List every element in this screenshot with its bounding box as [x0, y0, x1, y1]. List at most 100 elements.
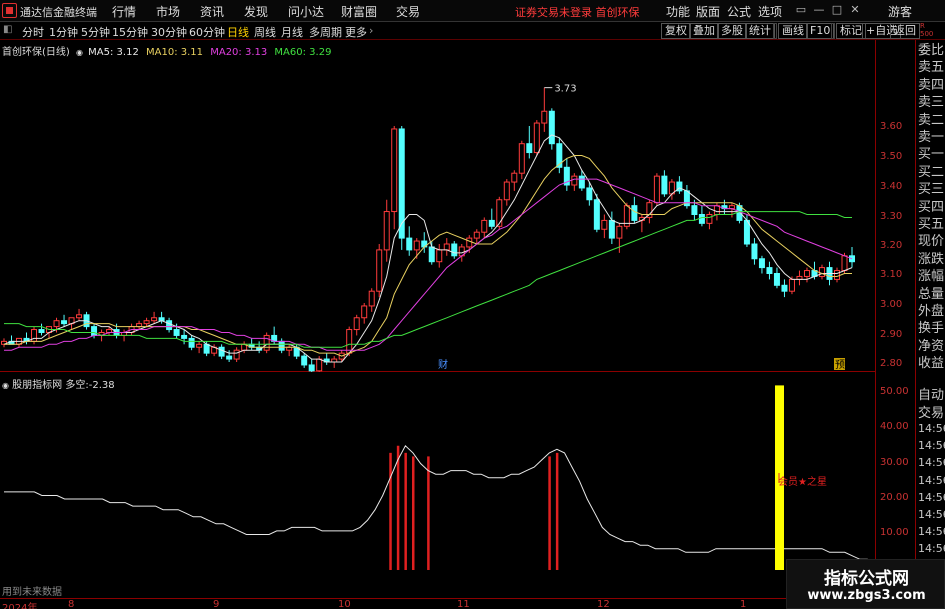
y-tick: 3.00: [880, 299, 903, 310]
auto-trade-item: 交易: [918, 406, 945, 421]
candle-up: [76, 314, 83, 319]
candle-down: [451, 243, 458, 257]
quote-item[interactable]: 卖二: [918, 114, 944, 127]
minimize-icon[interactable]: —: [812, 3, 826, 17]
tool-draw-line[interactable]: 画线: [778, 23, 808, 39]
trade-time: 14:56: [918, 456, 945, 470]
side-r-icon[interactable]: R 500: [920, 22, 933, 38]
candle-up: [346, 329, 353, 354]
signal-bar: [411, 456, 415, 570]
candle-down: [188, 337, 195, 348]
candle-up: [368, 290, 375, 307]
menu-ask-xiaoda[interactable]: 问小达: [288, 3, 324, 20]
candle-down: [781, 284, 788, 292]
period-menu-icon[interactable]: ◧: [3, 24, 12, 35]
trade-time: 14:56: [918, 439, 945, 453]
tool-overlay[interactable]: 叠加: [689, 23, 719, 39]
user-status[interactable]: 游客: [888, 3, 912, 20]
quote-item[interactable]: 收益: [918, 357, 944, 370]
quote-item[interactable]: 买五: [918, 218, 944, 231]
candle-down: [278, 340, 285, 351]
indicator-chart[interactable]: [0, 373, 875, 598]
candlestick-chart[interactable]: 3.732.72财预: [0, 40, 875, 372]
watermark-title: 指标公式网: [824, 569, 909, 589]
quote-item[interactable]: 买三: [918, 183, 944, 196]
tool-multi-stock[interactable]: 多股: [717, 23, 747, 39]
candle-down: [91, 326, 98, 336]
quote-item[interactable]: 卖四: [918, 79, 944, 92]
y-tick: 3.40: [880, 181, 903, 192]
menu-discover[interactable]: 发现: [244, 3, 268, 20]
quote-item[interactable]: 总量: [918, 288, 944, 301]
tab-monthly[interactable]: 月线: [281, 24, 303, 40]
quote-item[interactable]: 卖三: [918, 96, 944, 109]
quote-item[interactable]: 卖一: [918, 131, 944, 144]
menu-layout[interactable]: 版面: [696, 3, 720, 20]
bull-bear-line: [4, 444, 875, 564]
menu-formula[interactable]: 公式: [727, 3, 751, 20]
maximize-icon[interactable]: □: [830, 3, 844, 17]
y-tick: 2.80: [880, 358, 903, 369]
candle-down: [173, 329, 180, 336]
tool-statistics[interactable]: 统计: [745, 23, 775, 39]
candle-up: [443, 243, 450, 251]
candle-up: [391, 128, 398, 213]
quote-item[interactable]: 买一: [918, 148, 944, 161]
menu-options[interactable]: 选项: [758, 3, 782, 20]
candle-up: [466, 237, 473, 248]
signal-bar: [389, 452, 392, 570]
tab-intraday[interactable]: 分时: [22, 24, 44, 40]
x-tick: 2024年: [2, 603, 38, 609]
login-notice[interactable]: 证券交易未登录 首创环保: [515, 4, 640, 20]
quote-item[interactable]: 买二: [918, 166, 944, 179]
quote-item[interactable]: 委比: [918, 44, 944, 57]
tab-30min[interactable]: 30分钟: [151, 24, 187, 40]
tab-weekly[interactable]: 周线: [254, 24, 276, 40]
candle-up: [833, 270, 840, 280]
quote-item[interactable]: 净资: [918, 340, 944, 353]
candle-down: [61, 320, 68, 325]
quote-item[interactable]: 现价: [918, 235, 944, 248]
tool-adjust[interactable]: 复权: [661, 23, 691, 39]
trade-time: 14:56: [918, 473, 945, 487]
menu-market[interactable]: 市场: [156, 3, 180, 20]
tab-15min[interactable]: 15分钟: [112, 24, 148, 40]
restore-icon[interactable]: ▭: [794, 3, 808, 17]
candle-down: [586, 187, 593, 201]
menu-news[interactable]: 资讯: [200, 3, 224, 20]
x-tick: 10: [338, 599, 351, 609]
y-tick: 3.50: [880, 151, 903, 162]
quote-item[interactable]: 换手: [918, 322, 944, 335]
candle-down: [773, 273, 780, 286]
close-icon[interactable]: ✕: [848, 3, 862, 17]
candle-down: [38, 329, 45, 333]
quote-item[interactable]: 涨幅: [918, 270, 944, 283]
y-tick: 2.90: [880, 329, 903, 340]
quote-item[interactable]: 涨跌: [918, 253, 944, 266]
menu-market-quotes[interactable]: 行情: [112, 3, 136, 20]
trade-time: 14:56: [918, 542, 945, 556]
candle-up: [518, 143, 525, 174]
candle-down: [526, 143, 533, 154]
app-title: 通达信金融终端: [20, 6, 97, 19]
candle-down: [766, 267, 773, 275]
quote-item[interactable]: 买四: [918, 201, 944, 214]
candle-up: [571, 175, 578, 186]
menu-wealth-circle[interactable]: 财富圈: [341, 3, 377, 20]
candle-down: [218, 346, 225, 357]
chevron-right-icon[interactable]: ›: [369, 24, 373, 37]
tool-divider: [773, 23, 777, 39]
quote-item[interactable]: 卖五: [918, 61, 944, 74]
tab-more[interactable]: 更多: [345, 24, 367, 40]
menu-functions[interactable]: 功能: [666, 3, 690, 20]
tab-multi-period[interactable]: 多周期: [309, 24, 342, 40]
candle-down: [691, 205, 698, 215]
menu-trade[interactable]: 交易: [396, 3, 420, 20]
tab-daily[interactable]: 日线: [227, 24, 249, 40]
tab-60min[interactable]: 60分钟: [189, 24, 225, 40]
candle-up: [481, 219, 488, 233]
tab-1min[interactable]: 1分钟: [49, 24, 78, 40]
candle-down: [308, 364, 315, 372]
quote-item[interactable]: 外盘: [918, 305, 944, 318]
tab-5min[interactable]: 5分钟: [81, 24, 110, 40]
